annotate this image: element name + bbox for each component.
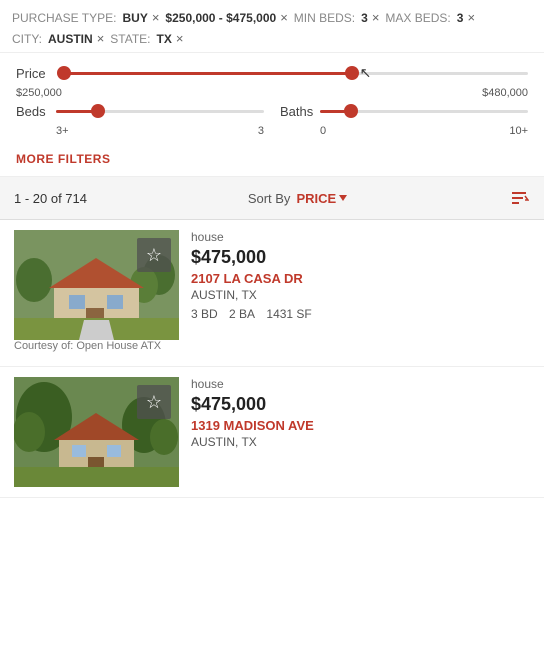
max-beds-value: 3	[457, 11, 464, 25]
listing-price-1: $475,000	[191, 247, 530, 268]
listing-inner-1: ☆ house $475,000 2107 LA CASA DR AUSTIN,…	[14, 230, 530, 340]
baths-slider-track[interactable]	[320, 101, 528, 121]
sort-order-icon[interactable]	[508, 187, 530, 209]
price-slider-track[interactable]: ↖	[64, 63, 528, 83]
price-values: $250,000 $480,000	[16, 87, 528, 99]
max-beds-tag: MAX BEDS: 3 ×	[385, 10, 475, 25]
baths-track-bg	[320, 110, 528, 113]
price-min: $250,000	[16, 87, 62, 99]
more-filters-section: MORE FILTERS	[0, 143, 544, 177]
purchase-type-tag: PURCHASE TYPE: BUY ×	[12, 10, 159, 25]
beds-inner-row: Beds	[16, 101, 264, 121]
beds-thumb[interactable]	[91, 104, 105, 118]
beds-values: 3+ 3	[16, 125, 264, 137]
baths-slider-block: Baths 0 10+	[272, 101, 528, 137]
price-max: $480,000	[482, 87, 528, 99]
listing-info-2: house $475,000 1319 MADISON AVE AUSTIN, …	[191, 377, 530, 454]
favorite-button-1[interactable]: ☆	[137, 238, 171, 272]
listing-inner-2: ☆ house $475,000 1319 MADISON AVE AUSTIN…	[14, 377, 530, 487]
sort-by-section: Sort By PRICE	[248, 191, 347, 206]
sort-label: Sort By	[248, 191, 291, 206]
state-remove[interactable]: ×	[176, 31, 184, 46]
sort-chevron-icon	[339, 195, 347, 201]
listing-card-1: ☆ house $475,000 2107 LA CASA DR AUSTIN,…	[0, 220, 544, 367]
listing-details-1: 3 BD 2 BA 1431 SF	[191, 307, 530, 321]
price-range-value: $250,000 - $475,000	[165, 11, 276, 25]
baths-values: 0 10+	[280, 125, 528, 137]
sort-value[interactable]: PRICE	[296, 191, 347, 206]
beds-track-bg	[56, 110, 264, 113]
beds-label: Beds	[16, 104, 56, 119]
cursor-indicator: ↖	[360, 65, 372, 82]
price-range-tag: $250,000 - $475,000 ×	[165, 10, 287, 25]
purchase-type-value: BUY	[122, 11, 147, 25]
listing-address-2[interactable]: 1319 MADISON AVE	[191, 418, 530, 433]
sliders-section: Price ↖ $250,000 $480,000 Beds	[0, 53, 544, 143]
min-beds-value: 3	[361, 11, 368, 25]
city-remove[interactable]: ×	[97, 31, 105, 46]
listing-beds-1: 3 BD	[191, 307, 218, 321]
beds-min: 3+	[56, 125, 69, 137]
baths-max: 10+	[509, 125, 528, 137]
listing-sqft-1: 1431 SF	[266, 307, 311, 321]
baths-inner-row: Baths	[280, 101, 528, 121]
beds-max: 3	[258, 125, 264, 137]
price-fill	[64, 72, 352, 75]
listing-card-2: ☆ house $475,000 1319 MADISON AVE AUSTIN…	[0, 367, 544, 498]
more-filters-button[interactable]: MORE FILTERS	[16, 152, 110, 166]
purchase-type-remove[interactable]: ×	[152, 10, 160, 25]
price-track-bg: ↖	[64, 72, 528, 75]
listing-price-2: $475,000	[191, 394, 530, 415]
filter-tags-bar: PURCHASE TYPE: BUY × $250,000 - $475,000…	[0, 0, 544, 53]
listing-type-1: house	[191, 230, 530, 244]
price-thumb-high[interactable]	[345, 66, 359, 80]
listing-image-wrapper-1: ☆	[14, 230, 179, 340]
min-beds-tag: MIN BEDS: 3 ×	[294, 10, 380, 25]
results-header: 1 - 20 of 714 Sort By PRICE	[0, 177, 544, 220]
listing-image-wrapper-2: ☆	[14, 377, 179, 487]
price-range-remove[interactable]: ×	[280, 10, 288, 25]
beds-slider-block: Beds 3+ 3	[16, 101, 272, 137]
beds-baths-row: Beds 3+ 3 Baths	[16, 101, 528, 137]
listing-city-1: AUSTIN, TX	[191, 288, 530, 302]
city-value: AUSTIN	[48, 32, 93, 46]
price-thumb-low[interactable]	[57, 66, 71, 80]
results-count: 1 - 20 of 714	[14, 191, 87, 206]
baths-min: 0	[320, 125, 326, 137]
max-beds-remove[interactable]: ×	[467, 10, 475, 25]
favorite-button-2[interactable]: ☆	[137, 385, 171, 419]
baths-thumb[interactable]	[344, 104, 358, 118]
listing-city-2: AUSTIN, TX	[191, 435, 530, 449]
sort-value-text: PRICE	[296, 191, 336, 206]
beds-slider-track[interactable]	[56, 101, 264, 121]
listing-type-2: house	[191, 377, 530, 391]
baths-label: Baths	[280, 104, 320, 119]
city-tag: CITY: AUSTIN ×	[12, 31, 104, 46]
listing-baths-1: 2 BA	[229, 307, 255, 321]
price-slider-row: Price ↖	[16, 63, 528, 83]
listing-info-1: house $475,000 2107 LA CASA DR AUSTIN, T…	[191, 230, 530, 321]
listing-address-1[interactable]: 2107 LA CASA DR	[191, 271, 530, 286]
state-value: TX	[157, 32, 172, 46]
min-beds-remove[interactable]: ×	[372, 10, 380, 25]
state-tag: STATE: TX ×	[110, 31, 183, 46]
